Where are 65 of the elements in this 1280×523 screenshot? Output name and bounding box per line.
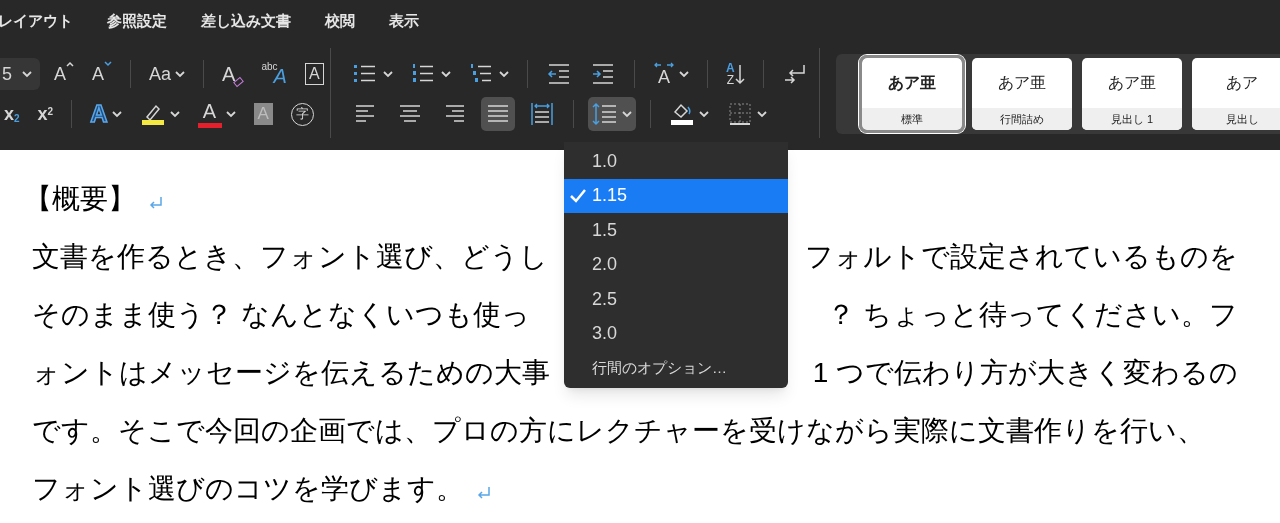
menu-option[interactable]: 1.0	[564, 144, 788, 179]
chevron-icon	[111, 110, 122, 118]
body-text-line: フォント選びのコツを学びます。	[32, 472, 464, 506]
checkmark-icon	[570, 188, 586, 203]
distributed-icon	[529, 102, 555, 126]
style-card[interactable]: あア亜 見出し 1	[1082, 58, 1182, 130]
style-card[interactable]: あア亜 行間詰め	[972, 58, 1072, 130]
chevron-icon	[175, 70, 186, 78]
toolbar-button[interactable]: A Z	[722, 57, 749, 91]
font-size-field[interactable]: 5	[0, 58, 40, 90]
menu-option[interactable]: 1.5	[564, 213, 788, 248]
borders-icon	[727, 102, 753, 126]
style-name: 見出し	[1192, 108, 1280, 130]
decrease-indent-icon	[546, 62, 572, 86]
menu-item[interactable]: レイアウト	[0, 9, 73, 33]
text-effects-icon: A	[90, 96, 108, 132]
chevron-icon	[699, 110, 709, 118]
body-text-line: ォントはメッセージを伝えるための大事	[32, 356, 550, 390]
chevron-icon	[757, 110, 767, 118]
style-name: 標準	[862, 108, 962, 130]
style-card[interactable]: あア 見出し	[1192, 58, 1280, 130]
style-name: 見出し 1	[1082, 108, 1182, 130]
highlighter-icon	[139, 102, 166, 126]
menu-option[interactable]: 2.0	[564, 247, 788, 282]
script-label: x$_{2}$	[4, 102, 20, 126]
menu-item[interactable]: 表示	[389, 9, 419, 33]
menu-option[interactable]: 2.5	[564, 282, 788, 317]
document-heading: 【概要】	[24, 182, 136, 216]
menu-option[interactable]: 行間のオプション…	[564, 351, 788, 386]
paint-bucket-icon	[669, 102, 695, 126]
increase-indent-icon	[590, 62, 616, 86]
toolbar-button[interactable]: A	[193, 97, 240, 131]
script-label: x$^{2}$	[37, 102, 54, 126]
style-preview: あア亜	[1107, 73, 1157, 93]
menu-item[interactable]: 参照設定	[107, 9, 167, 33]
style-preview: あア	[1225, 73, 1259, 93]
style-preview: あア亜	[887, 73, 937, 93]
character-border-icon: A	[304, 63, 324, 85]
body-text-line: です。そこで今回の企画では、プロの方にレクチャーを受けながら実際に文書作りを行い、	[32, 414, 1205, 448]
toolbar-button[interactable]: A	[649, 57, 693, 91]
chevron-icon	[169, 110, 180, 118]
line-spacing-icon	[592, 102, 618, 126]
menu-item[interactable]: 差し込み文書	[201, 9, 291, 33]
chevron-icon	[679, 70, 689, 78]
change-case-label: Aa	[149, 62, 172, 86]
toolbar-button[interactable]: x$_{2}$	[0, 97, 24, 131]
chevron-icon	[383, 70, 393, 78]
toolbar-button[interactable]: x$^{2}$	[33, 97, 58, 131]
chevron-icon	[622, 110, 632, 118]
style-preview: あア亜	[997, 73, 1047, 93]
body-text-line: 1 つで伝わり方が大きく変わるの	[812, 356, 1238, 390]
body-text-line: フォルトで設定されているものを	[805, 240, 1238, 274]
body-text-line: ？ ちょっと待ってください。フ	[827, 298, 1238, 332]
menu-item[interactable]: 校閲	[325, 9, 355, 33]
style-name: 行間詰め	[972, 108, 1072, 130]
menu-option[interactable]: 1.15	[564, 178, 788, 213]
toolbar-button[interactable]: A	[300, 57, 328, 91]
toolbar-button[interactable]: Aa	[145, 57, 190, 91]
menu-option[interactable]: 3.0	[564, 316, 788, 351]
chevron-icon	[499, 70, 509, 78]
chevron-icon	[22, 70, 32, 78]
chevron-icon	[225, 110, 236, 118]
body-text-line: そのまま使う？ なんとなくいつも使っ	[32, 298, 530, 332]
body-text-line: 文書を作るとき、フォント選び、どうし	[32, 240, 548, 274]
chevron-icon	[441, 70, 451, 78]
